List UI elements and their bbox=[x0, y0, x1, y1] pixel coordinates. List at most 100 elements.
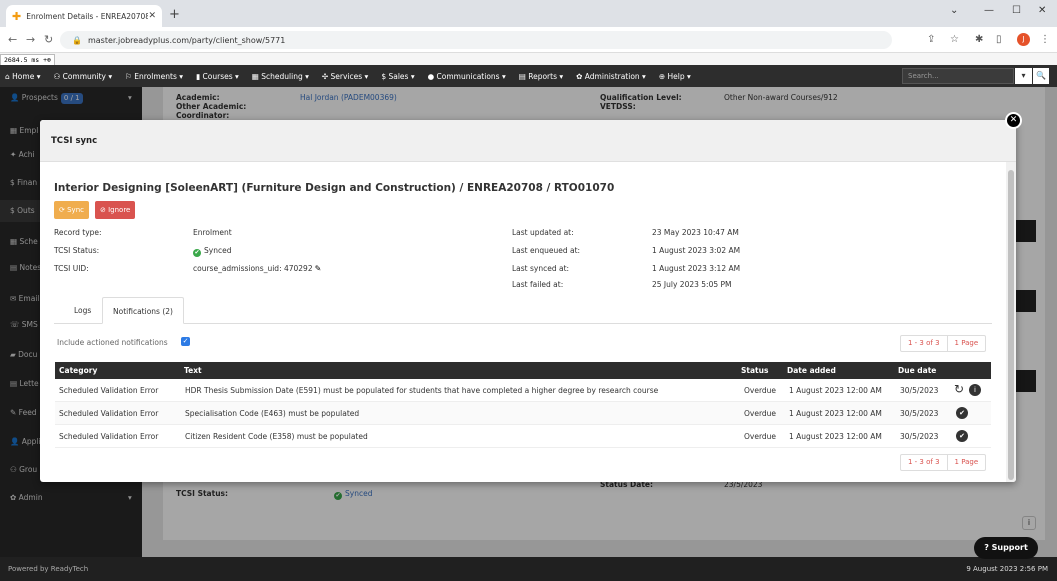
forward-icon[interactable]: → bbox=[26, 33, 35, 46]
side-panel-icon[interactable]: ▯ bbox=[996, 34, 1002, 45]
row-category: Scheduled Validation Error bbox=[59, 432, 159, 441]
table-header: Category Text Status Date added Due date bbox=[55, 362, 991, 379]
support-button[interactable]: ? Support bbox=[974, 537, 1038, 559]
modal-scrollbar[interactable] bbox=[1006, 162, 1016, 482]
col-status[interactable]: Status bbox=[741, 362, 768, 379]
browser-tab-bar: ✚ Enrolment Details - ENREA20708 ✕ + ⌄ —… bbox=[0, 0, 1057, 27]
col-text[interactable]: Text bbox=[184, 362, 202, 379]
url-field[interactable]: 🔒 master.jobreadyplus.com/party/client_s… bbox=[60, 31, 892, 49]
site-favicon-icon: ✚ bbox=[12, 9, 22, 23]
menu-sales[interactable]: $ Sales ▾ bbox=[381, 72, 414, 81]
row-date-added: 1 August 2023 12:00 AM bbox=[789, 409, 882, 418]
timing-plus-icon: +⊕ bbox=[43, 56, 51, 64]
browser-menu-icon[interactable]: ⋮ bbox=[1040, 34, 1050, 45]
pager-pages[interactable]: 1 Page bbox=[946, 336, 986, 351]
col-due-date[interactable]: Due date bbox=[898, 362, 936, 379]
menu-administration[interactable]: ✿ Administration ▾ bbox=[576, 72, 646, 81]
profile-avatar[interactable]: J bbox=[1017, 33, 1030, 46]
menu-help[interactable]: ⊕ Help ▾ bbox=[659, 72, 691, 81]
table-row: Scheduled Validation Error Citizen Resid… bbox=[55, 425, 991, 448]
tcsi-uid-value: course_admissions_uid: 470292 ✎ bbox=[193, 264, 322, 273]
address-bar-row: ← → ↻ 🔒 master.jobreadyplus.com/party/cl… bbox=[0, 27, 1057, 53]
tcsi-status-value: ✔ Synced bbox=[193, 246, 232, 257]
minimize-icon[interactable]: — bbox=[984, 5, 994, 16]
check-circle-icon[interactable]: ✔ bbox=[956, 430, 968, 442]
ban-icon: ⊘ bbox=[100, 206, 106, 214]
browser-tab[interactable]: ✚ Enrolment Details - ENREA20708 ✕ bbox=[6, 5, 162, 27]
tcsi-uid-label: TCSI UID: bbox=[54, 264, 89, 273]
search-dropdown-icon[interactable]: ▾ bbox=[1015, 68, 1032, 84]
pager-range[interactable]: 1 - 3 of 3 bbox=[901, 455, 947, 470]
record-type-value: Enrolment bbox=[193, 228, 232, 237]
notifications-table: Category Text Status Date added Due date… bbox=[55, 362, 991, 448]
menu-reports[interactable]: ▤ Reports ▾ bbox=[519, 72, 563, 81]
row-text: HDR Thesis Submission Date (E591) must b… bbox=[185, 386, 659, 395]
tab-notifications[interactable]: Notifications (2) bbox=[102, 297, 184, 324]
close-modal-button[interactable]: ✕ bbox=[1005, 112, 1022, 129]
row-due-date: 30/5/2023 bbox=[900, 386, 939, 395]
share-icon[interactable]: ⇪ bbox=[927, 34, 935, 45]
ignore-button[interactable]: ⊘ Ignore bbox=[95, 201, 136, 219]
row-status: Overdue bbox=[744, 386, 777, 395]
search-icon[interactable]: 🔍 bbox=[1033, 68, 1049, 84]
include-actioned-checkbox[interactable]: ✓ bbox=[181, 337, 190, 346]
refresh-icon[interactable]: ↻ bbox=[954, 382, 964, 396]
reload-icon[interactable]: ↻ bbox=[44, 33, 53, 46]
url-text: master.jobreadyplus.com/party/client_sho… bbox=[87, 35, 286, 45]
row-date-added: 1 August 2023 12:00 AM bbox=[789, 386, 882, 395]
last-updated-label: Last updated at: bbox=[512, 228, 574, 237]
tab-search-icon[interactable]: ⌄ bbox=[950, 5, 958, 16]
row-category: Scheduled Validation Error bbox=[59, 409, 159, 418]
row-due-date: 30/5/2023 bbox=[900, 432, 939, 441]
last-synced-label: Last synced at: bbox=[512, 264, 570, 273]
table-row: Scheduled Validation Error HDR Thesis Su… bbox=[55, 379, 991, 402]
bookmark-star-icon[interactable]: ☆ bbox=[950, 34, 959, 45]
pager-pages[interactable]: 1 Page bbox=[946, 455, 986, 470]
sync-icon: ⟳ bbox=[59, 206, 65, 214]
menu-communications[interactable]: ● Communications ▾ bbox=[428, 72, 506, 81]
row-text: Citizen Resident Code (E358) must be pop… bbox=[185, 432, 368, 441]
menu-services[interactable]: ✣ Services ▾ bbox=[322, 72, 368, 81]
menu-enrolments[interactable]: ⚐ Enrolments ▾ bbox=[125, 72, 183, 81]
table-row: Scheduled Validation Error Specialisatio… bbox=[55, 402, 991, 425]
last-failed-value: 25 July 2023 5:05 PM bbox=[652, 280, 732, 289]
back-icon[interactable]: ← bbox=[8, 33, 17, 46]
col-date-added[interactable]: Date added bbox=[787, 362, 836, 379]
last-updated-value: 23 May 2023 10:47 AM bbox=[652, 228, 739, 237]
search-input[interactable]: Search... bbox=[902, 68, 1014, 84]
new-tab-icon[interactable]: + bbox=[169, 7, 180, 22]
col-category[interactable]: Category bbox=[59, 362, 97, 379]
check-circle-icon[interactable]: ✔ bbox=[956, 407, 968, 419]
info-circle-icon[interactable]: i bbox=[969, 384, 981, 396]
row-category: Scheduled Validation Error bbox=[59, 386, 159, 395]
modal-title: TCSI sync bbox=[51, 136, 98, 146]
check-circle-icon: ✔ bbox=[193, 249, 201, 257]
modal-tabs: Logs Notifications (2) bbox=[54, 297, 992, 324]
menu-home[interactable]: ⌂ Home ▾ bbox=[5, 72, 40, 81]
last-enqueued-label: Last enqueued at: bbox=[512, 246, 581, 255]
close-tab-icon[interactable]: ✕ bbox=[148, 11, 156, 21]
main-menu-bar: ⌂ Home ▾ ⚇ Community ▾ ⚐ Enrolments ▾ ▮ … bbox=[0, 65, 1057, 87]
footer: Powered by ReadyTech 9 August 2023 2:56 … bbox=[0, 557, 1057, 581]
record-type-label: Record type: bbox=[54, 228, 102, 237]
pager-range[interactable]: 1 - 3 of 3 bbox=[901, 336, 947, 351]
row-due-date: 30/5/2023 bbox=[900, 409, 939, 418]
powered-by-text: Powered by ReadyTech bbox=[8, 565, 89, 573]
extensions-icon[interactable]: ✱ bbox=[975, 34, 983, 45]
browser-tab-title: Enrolment Details - ENREA20708 bbox=[26, 11, 149, 21]
scrollbar-thumb[interactable] bbox=[1008, 170, 1014, 480]
menu-courses[interactable]: ▮ Courses ▾ bbox=[196, 72, 239, 81]
last-enqueued-value: 1 August 2023 3:02 AM bbox=[652, 246, 741, 255]
last-failed-label: Last failed at: bbox=[512, 280, 564, 289]
edit-icon[interactable]: ✎ bbox=[315, 264, 322, 273]
menu-scheduling[interactable]: ▦ Scheduling ▾ bbox=[252, 72, 309, 81]
close-window-icon[interactable]: ✕ bbox=[1038, 5, 1046, 16]
tcsi-status-label: TCSI Status: bbox=[54, 246, 100, 255]
row-date-added: 1 August 2023 12:00 AM bbox=[789, 432, 882, 441]
footer-datetime: 9 August 2023 2:56 PM bbox=[966, 565, 1048, 573]
help-icon: ? bbox=[984, 543, 989, 552]
menu-community[interactable]: ⚇ Community ▾ bbox=[53, 72, 112, 81]
maximize-icon[interactable]: ☐ bbox=[1012, 5, 1021, 16]
tab-logs[interactable]: Logs bbox=[64, 297, 101, 324]
sync-button[interactable]: ⟳ Sync bbox=[54, 201, 89, 219]
